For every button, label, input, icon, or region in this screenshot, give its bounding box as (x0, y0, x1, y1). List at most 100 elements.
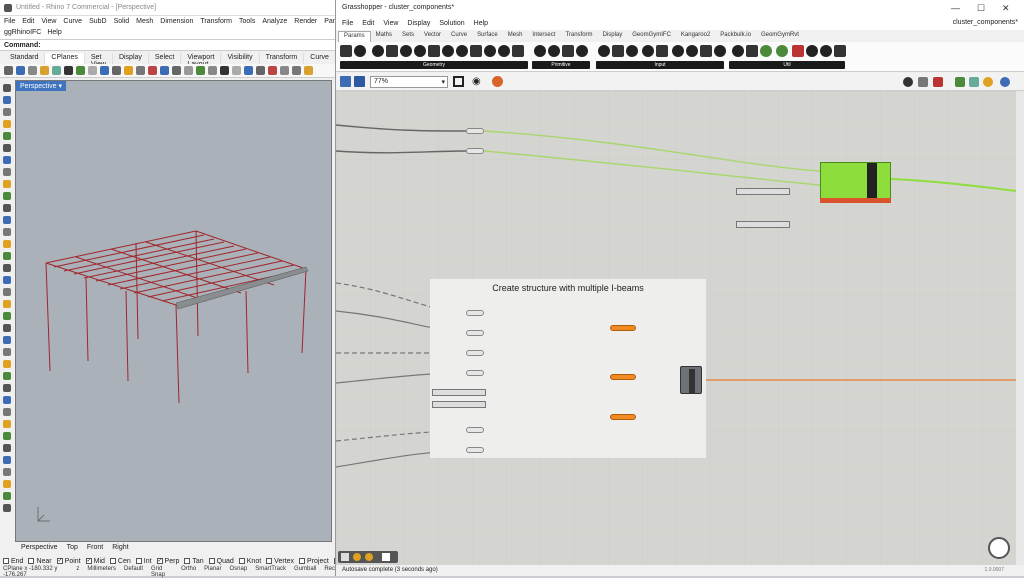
gh-tab-kangaroo2[interactable]: Kangaroo2 (676, 31, 715, 42)
toolbar-icon[interactable] (232, 66, 241, 75)
toolbar-icon[interactable] (4, 66, 13, 75)
menu-tools[interactable]: Tools (239, 18, 255, 25)
toolbar-icon[interactable] (196, 66, 205, 75)
toolbar-tab-viewport-layout[interactable]: Viewport Layout (181, 53, 222, 68)
left-tool-icon[interactable] (3, 144, 11, 152)
ribbon-component-icon[interactable] (626, 45, 638, 57)
ribbon-component-icon[interactable] (456, 45, 468, 57)
gh-canvas[interactable]: Create structure with multiple I-beams (336, 91, 1016, 565)
param-node[interactable] (466, 148, 484, 154)
toolbar-icon[interactable] (292, 66, 301, 75)
param-node[interactable] (466, 427, 484, 433)
canvas-tool-icon[interactable] (382, 553, 390, 561)
ribbon-component-icon[interactable] (820, 45, 832, 57)
minimize-button[interactable]: — (951, 3, 960, 13)
param-node[interactable] (466, 310, 484, 316)
viewport-tab-front[interactable]: Front (87, 544, 103, 554)
toolbar-tab-standard[interactable]: Standard (4, 53, 46, 64)
osnap-perp[interactable]: ✓ Perp (156, 556, 179, 566)
gh-tab-params[interactable]: Params (338, 31, 371, 42)
ribbon-component-icon[interactable] (400, 45, 412, 57)
toolbar-icon[interactable] (16, 66, 25, 75)
menu-render[interactable]: Render (294, 18, 317, 25)
preview-off-icon[interactable] (903, 77, 913, 87)
status-item[interactable]: Default (124, 566, 143, 576)
left-tool-icon[interactable] (3, 240, 11, 248)
left-tool-icon[interactable] (3, 288, 11, 296)
gh-tab-geomgymifc[interactable]: GeomGymIFC (627, 31, 676, 42)
canvas-tool-icon[interactable] (365, 553, 373, 561)
left-tool-icon[interactable] (3, 372, 11, 380)
menu-help[interactable]: Help (47, 29, 61, 36)
ribbon-component-icon[interactable] (340, 45, 352, 57)
toolbar-icon[interactable] (220, 66, 229, 75)
left-tool-icon[interactable] (3, 384, 11, 392)
left-tool-icon[interactable] (3, 276, 11, 284)
gh-tab-sets[interactable]: Sets (397, 31, 419, 42)
gh-tab-packbulk-io[interactable]: Packbulk.io (715, 31, 756, 42)
cluster-component[interactable] (820, 162, 891, 203)
left-tool-icon[interactable] (3, 348, 11, 356)
number-slider[interactable] (432, 389, 486, 396)
status-item[interactable]: z (76, 566, 79, 576)
left-tool-icon[interactable] (3, 432, 11, 440)
toolbar-icon[interactable] (148, 66, 157, 75)
osnap-checkbox[interactable]: ✓ (56, 558, 63, 564)
ribbon-component-icon[interactable] (700, 45, 712, 57)
toolbar-icon[interactable] (64, 66, 73, 75)
canvas-tool-icon[interactable] (341, 553, 349, 561)
left-tool-icon[interactable] (3, 468, 11, 476)
status-item[interactable]: CPlane x -180.332 y -176.267 (3, 566, 68, 578)
status-item[interactable]: SmartTrack (255, 566, 286, 576)
ribbon-component-icon[interactable] (732, 45, 744, 57)
ribbon-component-icon[interactable] (776, 45, 788, 57)
ribbon-component-icon[interactable] (548, 45, 560, 57)
left-tool-icon[interactable] (3, 312, 11, 320)
left-tool-icon[interactable] (3, 360, 11, 368)
render-icon[interactable] (983, 77, 993, 87)
left-tool-icon[interactable] (3, 480, 11, 488)
osnap-quad[interactable]: Quad (208, 556, 234, 566)
gh-menu-edit[interactable]: Edit (362, 20, 374, 27)
osnap-vertex[interactable]: Vertex (266, 556, 294, 566)
viewport-tab-right[interactable]: Right (112, 544, 128, 554)
ribbon-component-icon[interactable] (746, 45, 758, 57)
ribbon-component-icon[interactable] (672, 45, 684, 57)
close-button[interactable]: ✕ (1002, 3, 1010, 14)
left-tool-icon[interactable] (3, 168, 11, 176)
left-tool-icon[interactable] (3, 156, 11, 164)
osnap-checkbox[interactable] (109, 558, 116, 564)
ribbon-component-icon[interactable] (806, 45, 818, 57)
toolbar-tab-select[interactable]: Select (148, 53, 182, 64)
gh-tab-geomgymrvt[interactable]: GeomGymRvt (756, 31, 804, 42)
toolbar-icon[interactable] (268, 66, 277, 75)
toolbar-tab-curve[interactable]: Curve (304, 53, 336, 64)
ribbon-component-icon[interactable] (354, 45, 366, 57)
osnap-mid[interactable]: ✓ Mid (85, 556, 105, 566)
osnap-checkbox[interactable] (184, 558, 191, 564)
command-line[interactable]: Command: (0, 39, 335, 51)
ribbon-component-icon[interactable] (386, 45, 398, 57)
toolbar-icon[interactable] (256, 66, 265, 75)
number-slider[interactable] (736, 188, 790, 195)
gh-tab-mesh[interactable]: Mesh (503, 31, 528, 42)
left-tool-icon[interactable] (3, 456, 11, 464)
ribbon-component-icon[interactable] (642, 45, 654, 57)
left-tool-icon[interactable] (3, 108, 11, 116)
menu-subd[interactable]: SubD (89, 18, 107, 25)
param-node[interactable] (466, 350, 484, 356)
ribbon-component-icon[interactable] (512, 45, 524, 57)
toolbar-icon[interactable] (76, 66, 85, 75)
menu-mesh[interactable]: Mesh (136, 18, 153, 25)
gh-tab-vector[interactable]: Vector (419, 31, 446, 42)
left-tool-icon[interactable] (3, 300, 11, 308)
globe-icon[interactable] (1000, 77, 1010, 87)
menu-view[interactable]: View (41, 18, 56, 25)
toolbar-icon[interactable] (280, 66, 289, 75)
ribbon-component-icon[interactable] (534, 45, 546, 57)
osnap-int[interactable]: Int (135, 556, 152, 566)
status-item[interactable]: Osnap (230, 566, 248, 576)
zoom-field[interactable]: 77% ▾ (370, 76, 448, 88)
osnap-checkbox[interactable] (135, 558, 142, 564)
ribbon-component-icon[interactable] (792, 45, 804, 57)
